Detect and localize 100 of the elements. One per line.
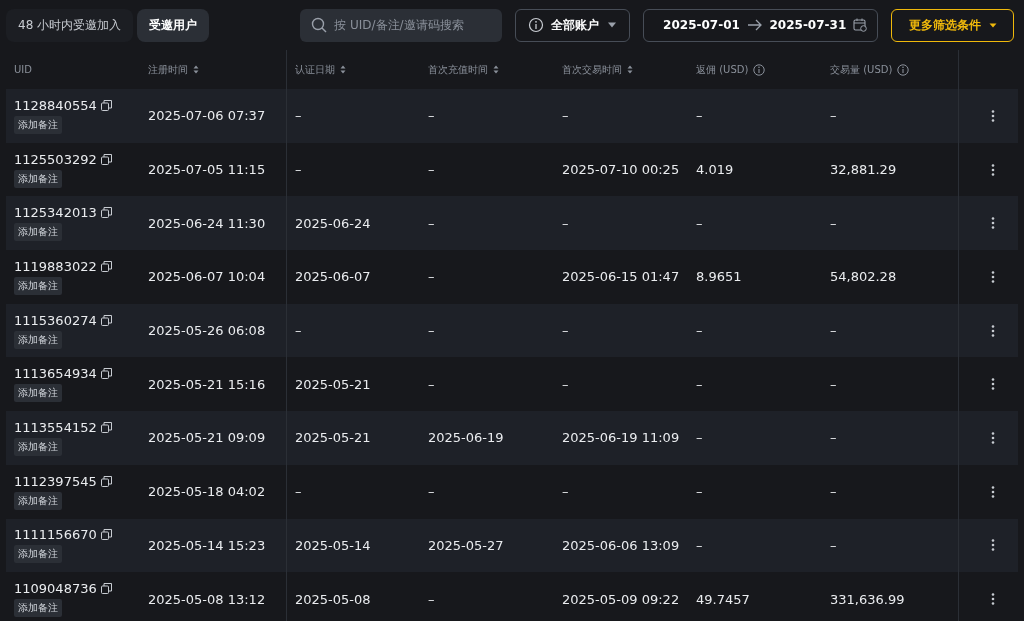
table-cell: – (295, 108, 302, 124)
more-icon (990, 378, 995, 391)
more-icon (990, 593, 995, 606)
copy-icon (100, 314, 112, 326)
add-note-button[interactable]: 添加备注 (14, 545, 62, 564)
tab[interactable]: 48 小时内受邀加入 (6, 8, 134, 42)
table-cell: – (428, 215, 435, 231)
table-cell: 2025-05-08 (295, 591, 371, 607)
more-icon (990, 163, 995, 176)
table-cell: 2025-06-24 (295, 215, 371, 231)
add-note-button[interactable]: 添加备注 (14, 115, 62, 134)
add-note-button[interactable]: 添加备注 (14, 330, 62, 349)
table-cell: – (295, 323, 302, 339)
copy-icon (100, 260, 112, 272)
table-cell: 49.7457 (696, 591, 750, 607)
table-cell: 2025-05-26 06:08 (148, 323, 266, 339)
column-header[interactable]: 注册时间 (148, 62, 188, 77)
copy-icon (100, 99, 112, 111)
info-icon (753, 63, 766, 76)
table-cell: – (696, 430, 703, 446)
table-cell: – (562, 323, 569, 339)
copy-icon (100, 529, 112, 541)
add-note-button[interactable]: 添加备注 (14, 437, 62, 456)
table-cell: 2025-07-05 11:15 (148, 162, 266, 178)
account-dropdown[interactable]: 全部账户 (515, 8, 631, 42)
table-cell: 2025-05-14 15:23 (148, 537, 266, 553)
table-cell: 2025-05-27 (428, 537, 504, 553)
column-header: 返佣 (USD) (696, 62, 749, 77)
table-cell: – (428, 108, 435, 124)
more-filters-button[interactable]: 更多筛选条件 (891, 8, 1015, 42)
table-cell: 2025-05-21 15:16 (148, 376, 266, 392)
search-field[interactable]: 按 UID/备注/邀请码搜索 (300, 8, 503, 42)
date-range-field[interactable]: 2025-07-01 2025-07-31 (643, 8, 879, 42)
caret-icon (607, 22, 618, 28)
table-cell: – (830, 108, 837, 124)
table-cell: 4.019 (696, 162, 734, 178)
sort-icon (627, 65, 633, 74)
column-header[interactable]: 首次充值时间 (428, 62, 488, 77)
tab[interactable]: 受邀用户 (137, 8, 210, 42)
add-note-button[interactable]: 添加备注 (14, 276, 62, 295)
add-note-button[interactable]: 添加备注 (14, 223, 62, 242)
uid-text: 1113554152 (14, 419, 97, 435)
column-header: UID (14, 64, 32, 75)
table-cell: – (696, 376, 703, 392)
table-cell: 2025-06-19 11:09 (562, 430, 680, 446)
add-note-button[interactable]: 添加备注 (14, 491, 62, 510)
uid-text: 1128840554 (14, 97, 97, 113)
table-cell: – (295, 484, 302, 500)
table-cell: – (428, 269, 435, 285)
table-cell: – (830, 430, 837, 446)
table-cell: – (696, 108, 703, 124)
table-cell: 2025-05-08 13:12 (148, 591, 266, 607)
copy-icon (100, 368, 112, 380)
search-icon (311, 16, 328, 33)
uid-text: 1125503292 (14, 151, 97, 167)
copy-icon (100, 153, 112, 165)
arrow-icon (746, 19, 763, 31)
uid-text: 1115360274 (14, 312, 97, 328)
column-header[interactable]: 认证日期 (295, 62, 335, 77)
table-cell: 8.9651 (696, 269, 742, 285)
copy-icon (100, 207, 112, 219)
table-cell: 54,802.28 (830, 269, 897, 285)
table-cell: 2025-05-18 04:02 (148, 484, 266, 500)
table-cell: – (428, 591, 435, 607)
add-note-button[interactable]: 添加备注 (14, 384, 62, 403)
table-cell: – (428, 323, 435, 339)
table-cell: 2025-06-07 (295, 269, 371, 285)
sort-icon (193, 65, 199, 74)
start-date[interactable]: 2025-07-01 (663, 18, 740, 32)
info-icon (897, 63, 910, 76)
table-cell: – (428, 484, 435, 500)
table-cell: 331,636.99 (830, 591, 905, 607)
table-cell: 2025-05-14 (295, 537, 371, 553)
sort-icon (493, 65, 499, 74)
add-note-button[interactable]: 添加备注 (14, 599, 62, 618)
end-date[interactable]: 2025-07-31 (769, 18, 847, 32)
caret-icon (988, 22, 997, 28)
column-header[interactable]: 首次交易时间 (562, 62, 622, 77)
add-note-button[interactable]: 添加备注 (14, 169, 62, 188)
table-cell: 32,881.29 (830, 162, 897, 178)
table-cell: 2025-05-21 09:09 (148, 430, 266, 446)
copy-icon (100, 421, 112, 433)
sort-icon (340, 65, 346, 74)
table-cell: – (562, 215, 569, 231)
column-header: 交易量 (USD) (830, 62, 893, 77)
table-cell: – (696, 323, 703, 339)
uid-text: 1125342013 (14, 205, 97, 221)
table-cell: – (830, 323, 837, 339)
table-cell: – (830, 376, 837, 392)
table-cell: – (428, 162, 435, 178)
more-icon (990, 109, 995, 122)
table-cell: – (830, 215, 837, 231)
uid-text: 1119883022 (14, 258, 97, 274)
table-cell: 2025-06-07 10:04 (148, 269, 266, 285)
table-cell: 2025-05-21 (295, 430, 371, 446)
uid-text: 1109048736 (14, 581, 97, 597)
more-icon (990, 485, 995, 498)
info-icon (528, 17, 545, 33)
table-cell: – (830, 484, 837, 500)
table-cell: 2025-06-24 11:30 (148, 215, 266, 231)
